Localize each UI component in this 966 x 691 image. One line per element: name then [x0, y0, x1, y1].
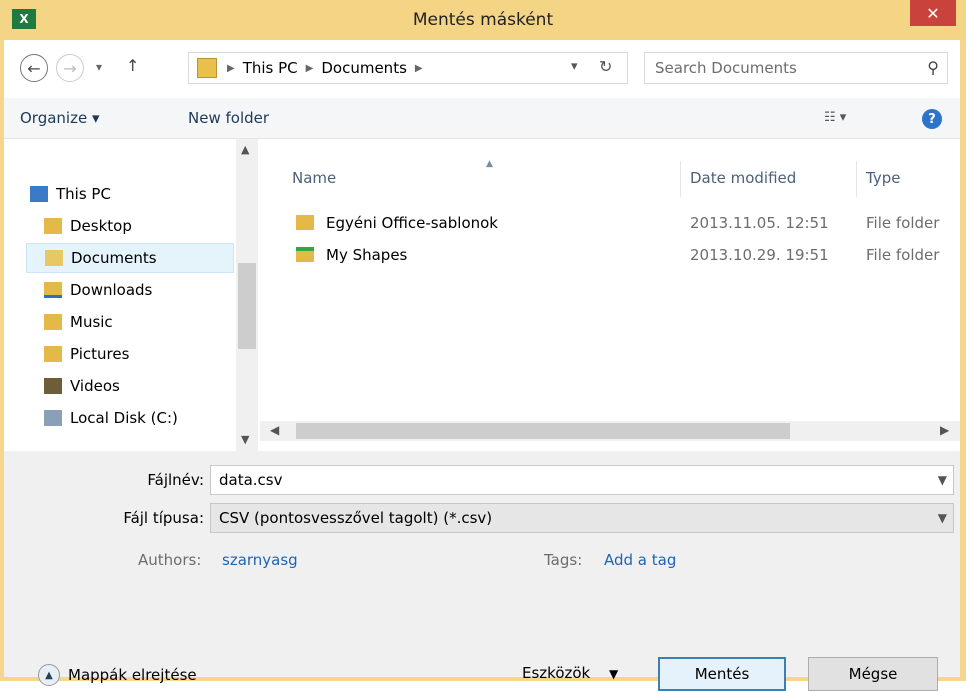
desktop-folder-icon — [44, 218, 62, 234]
search-input[interactable]: Search Documents ⚲ — [644, 52, 948, 84]
navigation-pane: This PC Desktop Documents Downloads Musi… — [4, 139, 260, 451]
authors-label: Authors: — [138, 551, 202, 569]
scroll-down-icon[interactable]: ▼ — [241, 433, 249, 446]
breadcrumb-documents[interactable]: Documents — [321, 59, 407, 77]
sidebar-item-downloads[interactable]: Downloads — [44, 275, 234, 305]
title-bar[interactable]: X Mentés másként ✕ — [0, 0, 966, 40]
scroll-right-icon[interactable]: ▶ — [940, 423, 949, 437]
sidebar-item-label: Local Disk (C:) — [70, 409, 178, 427]
navigation-bar: ← → ▾ ↑ ▶ This PC ▶ Documents ▶ ▾ ↻ Sear… — [4, 40, 960, 98]
chevron-up-icon: ▲ — [38, 664, 60, 686]
search-placeholder: Search Documents — [655, 59, 797, 77]
folder-icon — [296, 215, 314, 230]
sidebar-item-label: Pictures — [70, 345, 130, 363]
file-row[interactable]: Egyéni Office-sablonok 2013.11.05. 12:51… — [290, 209, 960, 237]
scrollbar-thumb[interactable] — [296, 423, 790, 439]
save-button[interactable]: Mentés — [658, 657, 786, 691]
column-divider[interactable] — [856, 161, 857, 197]
sidebar-item-label: Music — [70, 313, 113, 331]
up-arrow-icon[interactable]: ↑ — [126, 56, 139, 75]
sidebar-item-videos[interactable]: Videos — [44, 371, 234, 401]
authors-value[interactable]: szarnyasg — [222, 551, 298, 569]
scroll-left-icon[interactable]: ◀ — [270, 423, 279, 437]
organize-button[interactable]: Organize ▾ — [20, 109, 100, 127]
close-button[interactable]: ✕ — [910, 0, 956, 26]
filetype-value: CSV (pontosvesszővel tagolt) (*.csv) — [219, 509, 493, 527]
chevron-down-icon: ▼ — [609, 667, 619, 681]
column-header-type[interactable]: Type — [866, 169, 900, 187]
documents-folder-icon — [45, 250, 63, 266]
sidebar-item-documents[interactable]: Documents — [26, 243, 234, 273]
sidebar-item-this-pc[interactable]: This PC — [30, 179, 230, 209]
sidebar-item-label: Downloads — [70, 281, 153, 299]
chevron-right-icon[interactable]: ▶ — [306, 63, 314, 74]
sidebar-item-label: Documents — [71, 249, 157, 267]
window-title: Mentés másként — [412, 10, 554, 30]
file-name: Egyéni Office-sablonok — [326, 214, 498, 232]
sidebar-item-label: Videos — [70, 377, 120, 395]
file-row[interactable]: My Shapes 2013.10.29. 19:51 File folder — [290, 241, 960, 269]
file-date: 2013.11.05. 12:51 — [690, 214, 829, 232]
address-dropdown-icon[interactable]: ▾ — [571, 59, 578, 74]
filename-label: Fájlnév: — [147, 471, 204, 489]
tools-label: Eszközök — [522, 664, 591, 682]
cancel-button[interactable]: Mégse — [808, 657, 938, 691]
address-bar[interactable]: ▶ This PC ▶ Documents ▶ ▾ ↻ — [188, 52, 628, 84]
chevron-right-icon[interactable]: ▶ — [415, 63, 423, 74]
scrollbar-thumb[interactable] — [238, 263, 256, 349]
shapes-folder-icon — [296, 247, 314, 262]
column-header-date-modified[interactable]: Date modified — [690, 169, 796, 187]
chevron-down-icon[interactable]: ▼ — [938, 511, 947, 525]
drive-icon — [44, 410, 62, 426]
recent-locations-icon[interactable]: ▾ — [96, 60, 102, 74]
file-name: My Shapes — [326, 246, 408, 264]
sidebar-item-local-disk[interactable]: Local Disk (C:) — [44, 403, 234, 433]
hide-folders-label: Mappák elrejtése — [68, 666, 197, 684]
file-list: Name ▲ Date modified Type Egyéni Office-… — [260, 139, 960, 421]
filename-value: data.csv — [219, 471, 283, 489]
sidebar-item-desktop[interactable]: Desktop — [44, 211, 234, 241]
navigation-pane-scrollbar[interactable]: ▲ ▼ — [236, 139, 258, 451]
chevron-down-icon[interactable]: ▼ — [938, 473, 947, 487]
tools-button[interactable]: Eszközök ▼ — [522, 664, 618, 682]
view-options-button[interactable]: ☷ ▾ — [824, 110, 846, 125]
dialog-body: ← → ▾ ↑ ▶ This PC ▶ Documents ▶ ▾ ↻ Sear… — [4, 40, 960, 691]
column-divider[interactable] — [680, 161, 681, 197]
scroll-up-icon[interactable]: ▲ — [241, 143, 249, 156]
sort-ascending-icon: ▲ — [486, 159, 493, 169]
file-type: File folder — [866, 246, 940, 264]
videos-folder-icon — [44, 378, 62, 394]
help-icon[interactable]: ? — [922, 109, 942, 129]
column-header-name[interactable]: Name — [292, 169, 336, 187]
music-folder-icon — [44, 314, 62, 330]
file-list-scrollbar[interactable]: ◀ ▶ — [260, 421, 960, 441]
chevron-right-icon: ▶ — [227, 62, 235, 74]
pictures-folder-icon — [44, 346, 62, 362]
breadcrumb-this-pc[interactable]: This PC — [243, 59, 298, 77]
tags-value[interactable]: Add a tag — [604, 551, 676, 569]
back-button[interactable]: ← — [20, 54, 48, 82]
hide-folders-button[interactable]: ▲ Mappák elrejtése — [38, 664, 197, 686]
new-folder-button[interactable]: New folder — [188, 109, 269, 127]
filetype-label: Fájl típusa: — [123, 509, 204, 527]
filename-input[interactable]: data.csv ▼ — [210, 465, 954, 495]
sidebar-item-label: Desktop — [70, 217, 132, 235]
computer-icon — [30, 186, 48, 202]
search-icon[interactable]: ⚲ — [927, 58, 939, 77]
tags-label: Tags: — [544, 551, 583, 569]
sidebar-item-pictures[interactable]: Pictures — [44, 339, 234, 369]
save-as-dialog: X Mentés másként ✕ ← → ▾ ↑ ▶ This PC ▶ D… — [0, 0, 966, 691]
refresh-icon[interactable]: ↻ — [599, 57, 612, 76]
forward-button[interactable]: → — [56, 54, 84, 82]
command-toolbar: Organize ▾ New folder ☷ ▾ ? — [4, 98, 960, 139]
file-date: 2013.10.29. 19:51 — [690, 246, 829, 264]
filetype-select[interactable]: CSV (pontosvesszővel tagolt) (*.csv) ▼ — [210, 503, 954, 533]
downloads-folder-icon — [44, 282, 62, 298]
save-options-panel: Fájlnév: data.csv ▼ Fájl típusa: CSV (po… — [4, 451, 960, 691]
file-type: File folder — [866, 214, 940, 232]
sidebar-item-label: This PC — [56, 185, 111, 203]
sidebar-item-music[interactable]: Music — [44, 307, 234, 337]
documents-folder-icon — [197, 58, 217, 78]
